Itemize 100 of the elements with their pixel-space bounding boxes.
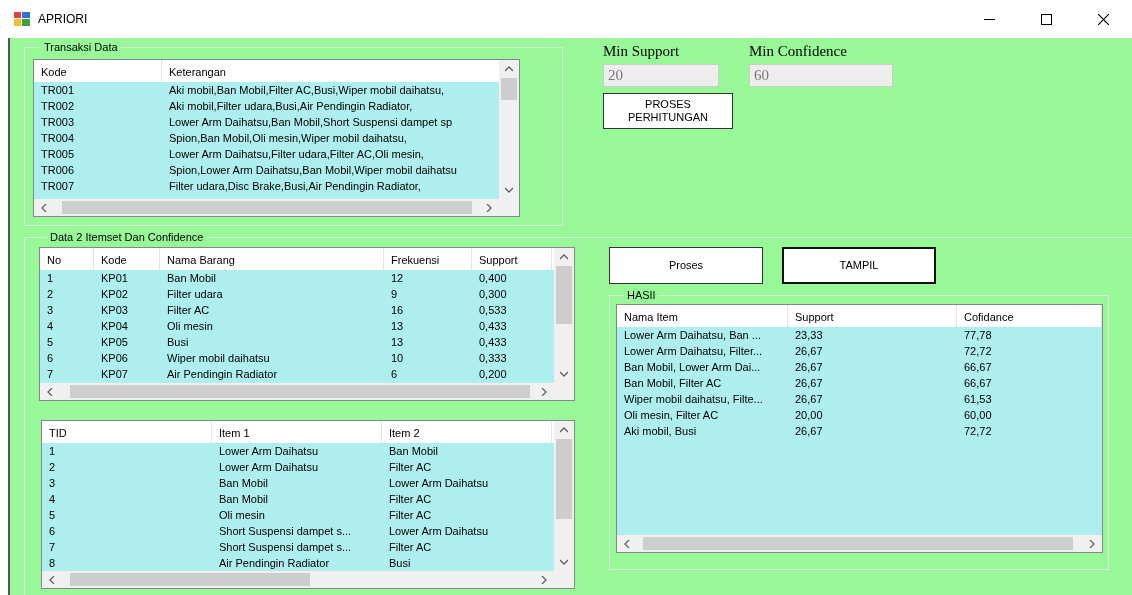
column-header[interactable]: Frekuensi (384, 248, 472, 270)
table-cell-text: KP02 (100, 287, 129, 302)
scroll-up-icon[interactable] (560, 426, 568, 434)
scroll-thumb[interactable] (70, 573, 310, 586)
table-cell-text: 26,67 (794, 376, 824, 391)
scroll-thumb[interactable] (70, 385, 530, 398)
table-cell-text: Lower Arm Daihatsu (218, 460, 320, 475)
table-cell-text: 5 (48, 508, 57, 523)
horizontal-scrollbar[interactable] (40, 383, 574, 400)
table-cell-text: Wiper mobil daihatsu, Filte... (623, 392, 764, 407)
scroll-thumb[interactable] (62, 201, 472, 214)
table-cell-text: 26,67 (794, 360, 824, 375)
group-title: HASIl (626, 290, 657, 301)
table-cell-text: 66,67 (963, 376, 993, 391)
table-cell-text: Aki mobil, Busi (623, 424, 698, 439)
window-title: APRIORI (38, 11, 88, 28)
table-cell-text: 72,72 (963, 344, 993, 359)
scroll-down-icon[interactable] (505, 186, 513, 194)
table-cell-text: TR005 (40, 147, 76, 162)
table-cell-text: TR007 (40, 179, 76, 194)
vertical-scrollbar[interactable] (554, 248, 574, 383)
close-icon[interactable] (1098, 13, 1109, 25)
scroll-right-icon[interactable] (485, 203, 493, 212)
table-cell-text: Aki mobil,Filter udara,Busi,Air Pendingin Radiator, (168, 99, 414, 114)
column-header[interactable]: Nama Item (617, 305, 788, 327)
column-header[interactable]: Kode (94, 248, 160, 270)
table-cell-text: Ban Mobil, Filter AC (623, 376, 723, 391)
table-cell-text: 0,433 (478, 319, 508, 334)
column-header[interactable]: Item 2 (382, 421, 552, 443)
table-cell-text: Lower Arm Daihatsu, Filter... (623, 344, 764, 359)
table-cell-text: Air Pendingin Radiator (218, 556, 331, 571)
table-cell-text: Oli mesin (218, 508, 266, 523)
table-cell-text: KP07 (100, 367, 129, 382)
table-cell-text: 23,33 (794, 328, 824, 343)
table-cell-text: 60,00 (963, 408, 993, 423)
table-cell-text: 16 (390, 303, 405, 318)
scroll-left-icon[interactable] (46, 387, 54, 396)
table-cell-text: 4 (46, 319, 55, 334)
scroll-thumb[interactable] (643, 537, 1073, 550)
table-cell-text: 1 (46, 271, 55, 286)
horizontal-scrollbar[interactable] (42, 571, 574, 588)
table-cell-text: TR002 (40, 99, 76, 114)
proses-perhitungan-button[interactable]: PROSES PERHITUNGAN (603, 93, 733, 129)
action-button[interactable]: TAMPIL (782, 247, 936, 284)
table-cell-text: 3 (48, 476, 57, 491)
table-cell-text: 72,72 (963, 424, 993, 439)
scroll-right-icon[interactable] (1088, 539, 1096, 548)
column-header[interactable]: No (40, 248, 94, 270)
column-header[interactable]: Cofidance (957, 305, 1102, 327)
column-header[interactable]: TID (42, 421, 212, 443)
table-cell-text: Lower Arm Daihatsu,Ban Mobil,Short Suspensi dampet sp (168, 115, 454, 130)
table-cell-text: 12 (390, 271, 405, 286)
minimize-icon[interactable] (984, 18, 995, 20)
vertical-scrollbar[interactable] (499, 60, 519, 199)
column-header[interactable]: Support (472, 248, 552, 270)
action-button[interactable]: Proses (609, 247, 763, 284)
table-cell-text: 2 (46, 287, 55, 302)
table-cell-text: Spion,Ban Mobil,Oli mesin,Wiper mobil daihatsu, (168, 131, 408, 146)
horizontal-scrollbar[interactable] (34, 199, 519, 216)
scroll-up-icon[interactable] (560, 253, 568, 261)
table-cell-text: TR003 (40, 115, 76, 130)
table-cell-text: Lower Arm Daihatsu, Ban ... (623, 328, 762, 343)
scroll-thumb[interactable] (556, 266, 572, 324)
scroll-thumb[interactable] (501, 78, 517, 100)
table-cell-text: Ban Mobil (166, 271, 217, 286)
group-title: Data 2 Itemset Dan Confidence (49, 232, 205, 243)
table-cell-text: 26,67 (794, 344, 824, 359)
table-cell-text: Lower Arm Daihatsu (388, 524, 490, 539)
scroll-left-icon[interactable] (623, 539, 631, 548)
group-title: Transaksi Data (43, 42, 119, 53)
table-cell-text: 0,300 (478, 287, 508, 302)
column-header[interactable]: Item 1 (212, 421, 382, 443)
scroll-right-icon[interactable] (540, 575, 548, 584)
scroll-up-icon[interactable] (505, 65, 513, 73)
scroll-right-icon[interactable] (540, 387, 548, 396)
table-cell-text: 13 (390, 335, 405, 350)
table-cell-text: 7 (48, 540, 57, 555)
column-header[interactable]: Support (788, 305, 957, 327)
table-cell-text: TR004 (40, 131, 76, 146)
table-cell-text: Busi (166, 335, 190, 350)
table-cell-text: Air Pendingin Radiator (166, 367, 279, 382)
vertical-scrollbar[interactable] (554, 421, 574, 571)
scroll-left-icon[interactable] (40, 203, 48, 212)
maximize-icon[interactable] (1041, 13, 1052, 25)
scroll-down-icon[interactable] (560, 558, 568, 566)
table-cell-text: Short Suspensi dampet s... (218, 540, 353, 555)
table-cell-text: Filter udara,Disc Brake,Busi,Air Pendingin Radiator, (168, 179, 422, 194)
horizontal-scrollbar[interactable] (617, 535, 1102, 552)
column-header[interactable]: Kode (34, 60, 162, 82)
scroll-thumb[interactable] (556, 439, 572, 519)
scroll-left-icon[interactable] (48, 575, 56, 584)
table-cell-text: 0,333 (478, 351, 508, 366)
table-cell-text: 10 (390, 351, 405, 366)
table-cell-text: 9 (390, 287, 399, 302)
column-header[interactable]: Nama Barang (160, 248, 384, 270)
table-cell-text: Aki mobil,Ban Mobil,Filter AC,Busi,Wiper mobil daihatsu, (168, 83, 446, 98)
table-cell-text: KP06 (100, 351, 129, 366)
app-icon (14, 12, 30, 26)
scroll-down-icon[interactable] (560, 370, 568, 378)
table-cell-text: 0,533 (478, 303, 508, 318)
